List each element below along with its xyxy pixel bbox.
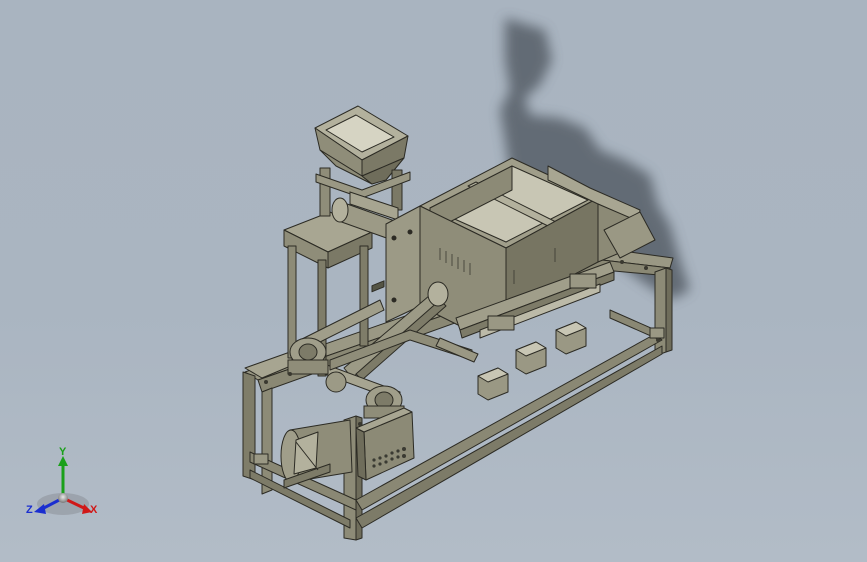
- triad-y-label: Y: [59, 446, 67, 458]
- triad-x-label: X: [90, 504, 98, 516]
- machine-model[interactable]: [0, 0, 867, 562]
- graphics-viewport[interactable]: Y X Z: [0, 0, 867, 562]
- triad-z-label: Z: [26, 504, 33, 516]
- triad-axes-icon: [34, 456, 92, 515]
- orientation-triad[interactable]: Y X Z: [20, 446, 110, 528]
- drive-motor[interactable]: [280, 419, 353, 489]
